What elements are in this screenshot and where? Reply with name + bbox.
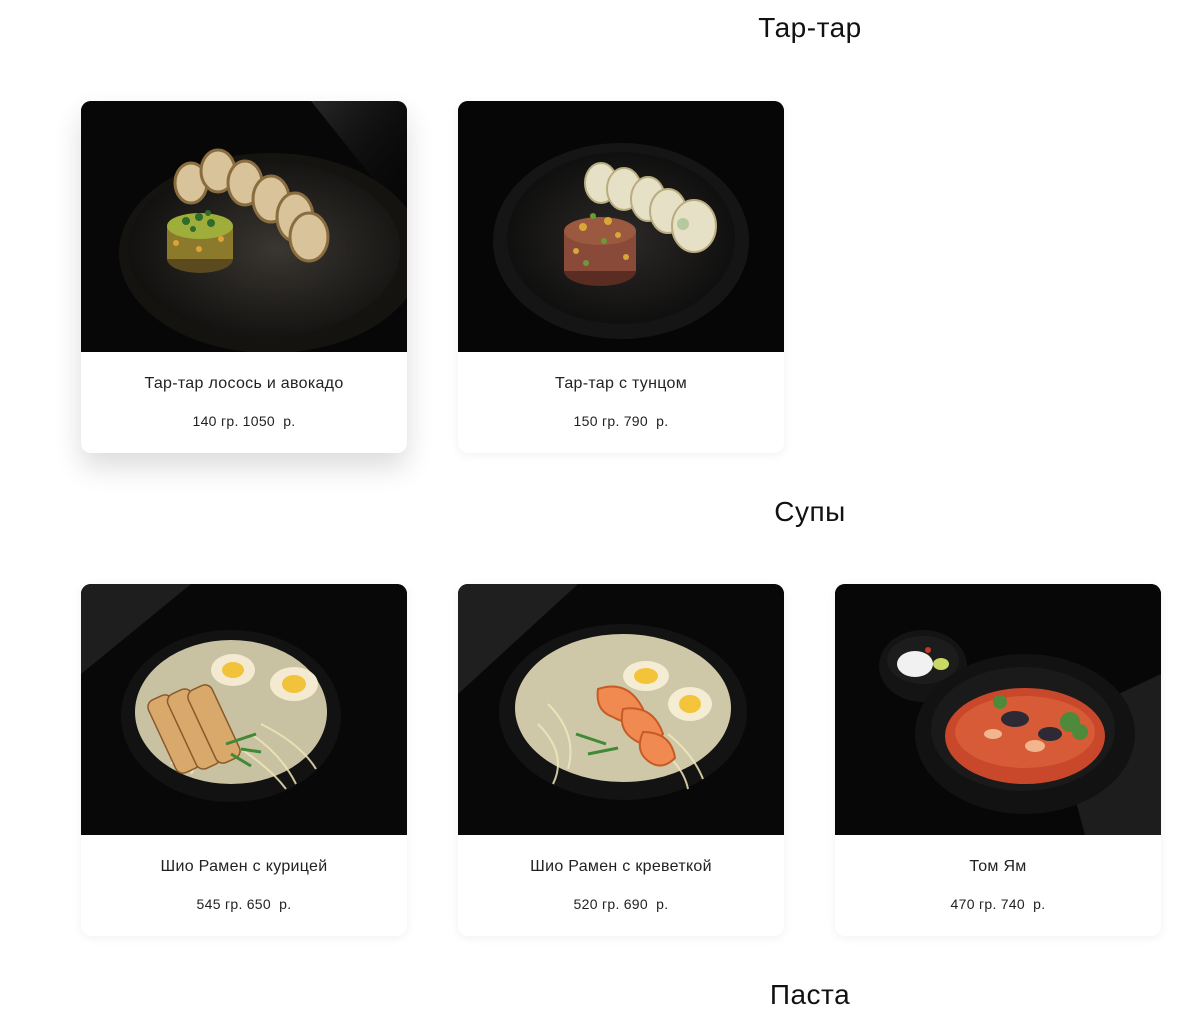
menu-card-shrimp-ramen[interactable]: Шио Рамен с креветкой 520 гр. 690 р.	[458, 584, 784, 936]
tuna-tartare-photo	[458, 101, 784, 352]
menu-card-tuna-tartare[interactable]: Тар-тар с тунцом 150 гр. 790 р.	[458, 101, 784, 453]
dish-name: Тар-тар с тунцом	[554, 375, 688, 392]
dish-photo	[458, 584, 784, 835]
menu-card-salmon-avocado-tartare[interactable]: Тар-тар лосось и авокадо 140 гр. 1050 р.	[81, 101, 407, 453]
salmon-avocado-tartare-photo	[81, 101, 407, 352]
dish-weight: 545 гр.	[196, 896, 243, 912]
dish-name: Тар-тар лосось и авокадо	[144, 375, 344, 392]
dish-weight-price: 545 гр. 650 р.	[81, 896, 407, 912]
menu-page: Тар-тар Тар-тар лосось и авокадо 140 гр.…	[0, 0, 1200, 1027]
chicken-ramen-photo	[81, 584, 407, 835]
dish-weight: 470 гр.	[950, 896, 997, 912]
dish-currency: р.	[283, 413, 296, 429]
section-title-soups: Супы	[774, 496, 846, 527]
dish-name: Том Ям	[969, 858, 1027, 875]
dish-currency: р.	[279, 896, 292, 912]
dish-weight: 140 гр.	[192, 413, 239, 429]
dish-weight-price: 470 гр. 740 р.	[835, 896, 1161, 912]
dish-weight: 150 гр.	[573, 413, 620, 429]
dish-price: 650	[246, 896, 271, 912]
dish-price: 740	[1000, 896, 1025, 912]
dish-name: Шио Рамен с курицей	[160, 858, 328, 875]
dish-weight-price: 140 гр. 1050 р.	[81, 413, 407, 429]
section-title-tartare: Тар-тар	[758, 12, 862, 43]
menu-card-chicken-ramen[interactable]: Шио Рамен с курицей 545 гр. 650 р.	[81, 584, 407, 936]
section-title-pasta: Паста	[769, 979, 851, 1010]
dish-name: Шио Рамен с креветкой	[530, 858, 712, 875]
dish-photo	[458, 101, 784, 352]
dish-price: 690	[623, 896, 648, 912]
dish-photo	[835, 584, 1161, 835]
shrimp-ramen-photo	[458, 584, 784, 835]
dish-price: 1050	[242, 413, 275, 429]
dish-weight-price: 520 гр. 690 р.	[458, 896, 784, 912]
dish-currency: р.	[656, 413, 669, 429]
dish-photo	[81, 584, 407, 835]
dish-weight-price: 150 гр. 790 р.	[458, 413, 784, 429]
dish-currency: р.	[1033, 896, 1046, 912]
dish-weight: 520 гр.	[573, 896, 620, 912]
dish-photo	[81, 101, 407, 352]
menu-card-tom-yum[interactable]: Том Ям 470 гр. 740 р.	[835, 584, 1161, 936]
dish-currency: р.	[656, 896, 669, 912]
tom-yum-photo	[835, 584, 1161, 835]
dish-price: 790	[623, 413, 648, 429]
